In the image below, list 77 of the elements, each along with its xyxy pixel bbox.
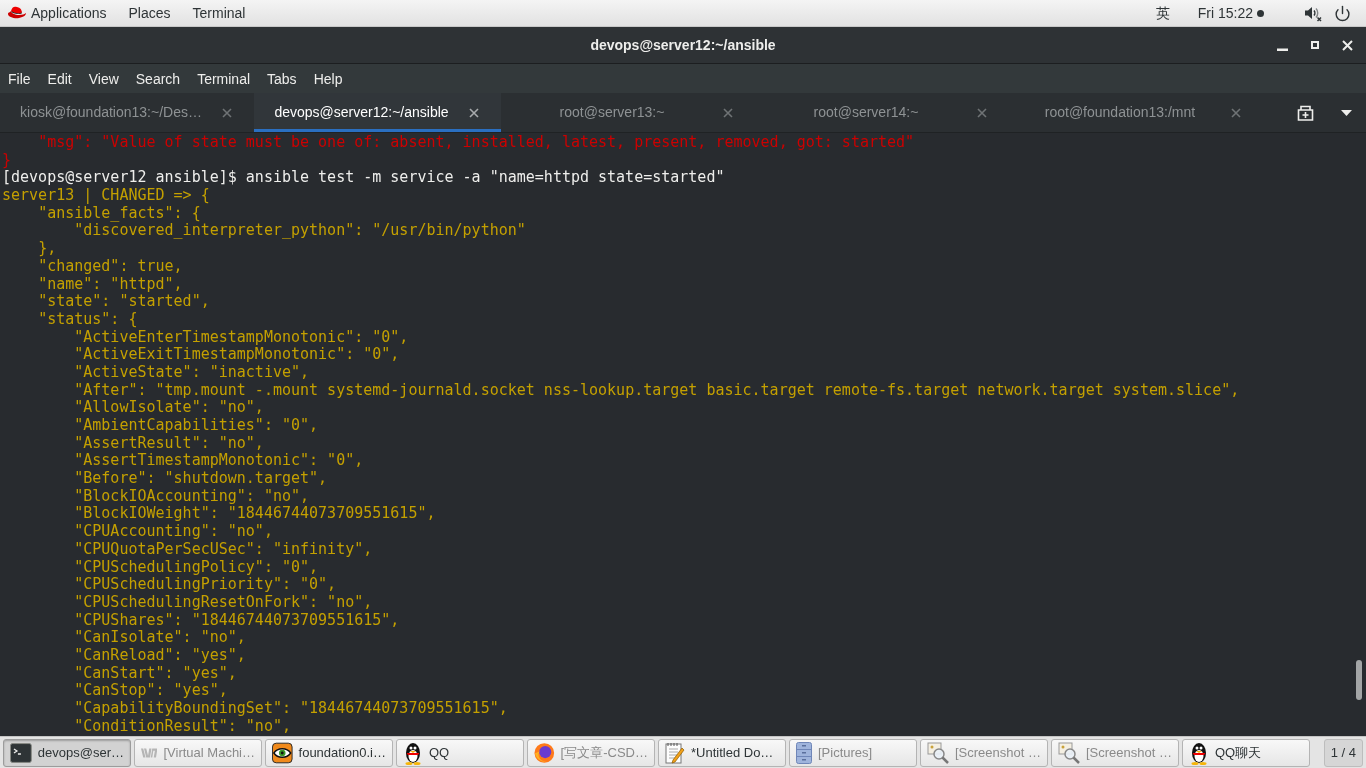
terminal-line: "ActiveEnterTimestampMonotonic": "0", [74, 327, 409, 346]
globe-icon [534, 741, 555, 764]
terminal-line: "BlockIOWeight": "18446744073709551615", [74, 504, 436, 523]
notepad-icon [665, 741, 685, 764]
new-tab-icon[interactable] [1297, 104, 1314, 121]
terminal-line: "status": { [38, 309, 138, 328]
terminal-line: "name": "httpd", [38, 274, 183, 293]
terminal-line: "CanIsolate": "no", [74, 628, 246, 647]
terminal-line: [devops@server12 ansible]$ ansible test -m service -a "name=httpd state=started" [2, 168, 725, 187]
muted-speaker-icon[interactable] [1304, 4, 1322, 22]
taskbar-button[interactable]: QQ [396, 738, 524, 767]
terminal-line: "AllowIsolate": "no", [74, 398, 264, 417]
terminal-line: "CPUAccounting": "no", [74, 522, 273, 541]
panel-menu[interactable]: Terminal [192, 6, 246, 20]
scrollbar-thumb[interactable] [1356, 660, 1362, 700]
magnifier-icon [1058, 741, 1080, 764]
dot-icon [1257, 9, 1264, 17]
terminal-line: "CPUShares": "18446744073709551615", [74, 610, 400, 629]
window-title: devops@server12:~/ansible [590, 35, 776, 55]
terminal-line: "CPUSchedulingPriority": "0", [74, 575, 337, 594]
terminal-line: "CPUSchedulingPolicy": "0", [74, 557, 319, 576]
terminal-icon [10, 742, 32, 763]
terminal-line: } [2, 150, 12, 169]
input-method-button[interactable]: 英 [1155, 6, 1170, 20]
clock-button[interactable]: Fri 15:22 [1197, 6, 1264, 20]
terminal-line: }, [38, 239, 57, 258]
cabinet-icon [796, 741, 812, 764]
menu-item[interactable]: Edit [47, 71, 72, 86]
terminal-line: "Before": "shutdown.target", [74, 469, 328, 488]
taskbar-button[interactable]: QQ聊天 [1182, 738, 1310, 767]
terminal-line: "changed": true, [38, 256, 183, 275]
terminal-line: "ActiveExitTimestampMonotonic": "0", [74, 345, 400, 364]
terminal-line: "CanStart": "yes", [74, 663, 237, 682]
menu-item[interactable]: Search [135, 71, 181, 86]
terminal-line: "After": "tmp.mount -.mount systemd-journald.socket nss-lookup.target basic.target remote-fs.target network.target system.slice", [74, 380, 1240, 399]
menu-item[interactable]: Tabs [267, 71, 297, 86]
maximize-icon[interactable] [1311, 41, 1319, 49]
taskbar-button[interactable]: foundation0.i… [265, 738, 393, 767]
power-icon[interactable] [1334, 4, 1351, 22]
terminal-line: "CanReload": "yes", [74, 645, 246, 664]
tab[interactable]: root@foundation13:/mnt [1009, 93, 1263, 132]
terminal-line: "CPUSchedulingResetOnFork": "no", [74, 592, 373, 611]
menu-item[interactable]: View [88, 71, 119, 86]
close-icon[interactable] [469, 107, 479, 118]
terminal-line: "CanStop": "yes", [74, 681, 228, 700]
terminal-line: "msg": "Value of state must be one of: absent, installed, latest, present, removed, got: started" [38, 133, 915, 151]
tab[interactable]: root@server13:~ [501, 93, 755, 132]
terminal-line: "ConditionResult": "no", [74, 716, 291, 735]
terminal-line: "ActiveState": "inactive", [74, 362, 310, 381]
tab[interactable]: devops@server12:~/ansible [254, 93, 501, 132]
eye-icon [272, 741, 293, 764]
terminal-line: "AssertResult": "no", [74, 433, 264, 452]
menu-item[interactable]: Help [313, 71, 343, 86]
terminal-line: "CPUQuotaPerSecUSec": "infinity", [74, 539, 373, 558]
menu-item[interactable]: File [8, 71, 31, 86]
magnifier-icon [927, 741, 949, 764]
stripes-logo-icon [141, 746, 158, 759]
taskbar-button[interactable]: devops@ser… [3, 738, 131, 767]
menu-item[interactable]: Terminal [197, 71, 251, 86]
workspace-indicator[interactable]: 1 / 4 [1323, 738, 1363, 767]
terminal-line: "BlockIOAccounting": "no", [74, 486, 310, 505]
hat-icon [6, 6, 27, 20]
terminal-line: "AssertTimestampMonotonic": "0", [74, 451, 364, 470]
terminal-line: "AmbientCapabilities": "0", [74, 416, 319, 434]
panel-menu[interactable]: Places [128, 6, 171, 20]
tab[interactable]: root@server14:~ [755, 93, 1009, 132]
tab[interactable]: kiosk@foundation13:~/Des… [0, 93, 254, 132]
terminal-line: "state": "started", [38, 292, 210, 311]
taskbar-button[interactable]: *Untitled Do… [658, 738, 786, 767]
penguin-icon [403, 740, 423, 765]
terminal-line: "CapabilityBoundingSet": "18446744073709551615", [74, 699, 508, 717]
caret-down-icon[interactable] [1341, 109, 1352, 116]
panel-menu[interactable]: Applications [31, 6, 107, 20]
terminal-line: "ansible_facts": { [38, 203, 201, 222]
terminal-line: "discovered_interpreter_python": "/usr/bin/python" [74, 221, 526, 240]
terminal-line: server13 | CHANGED => { [2, 186, 210, 205]
penguin-icon [1189, 740, 1209, 765]
